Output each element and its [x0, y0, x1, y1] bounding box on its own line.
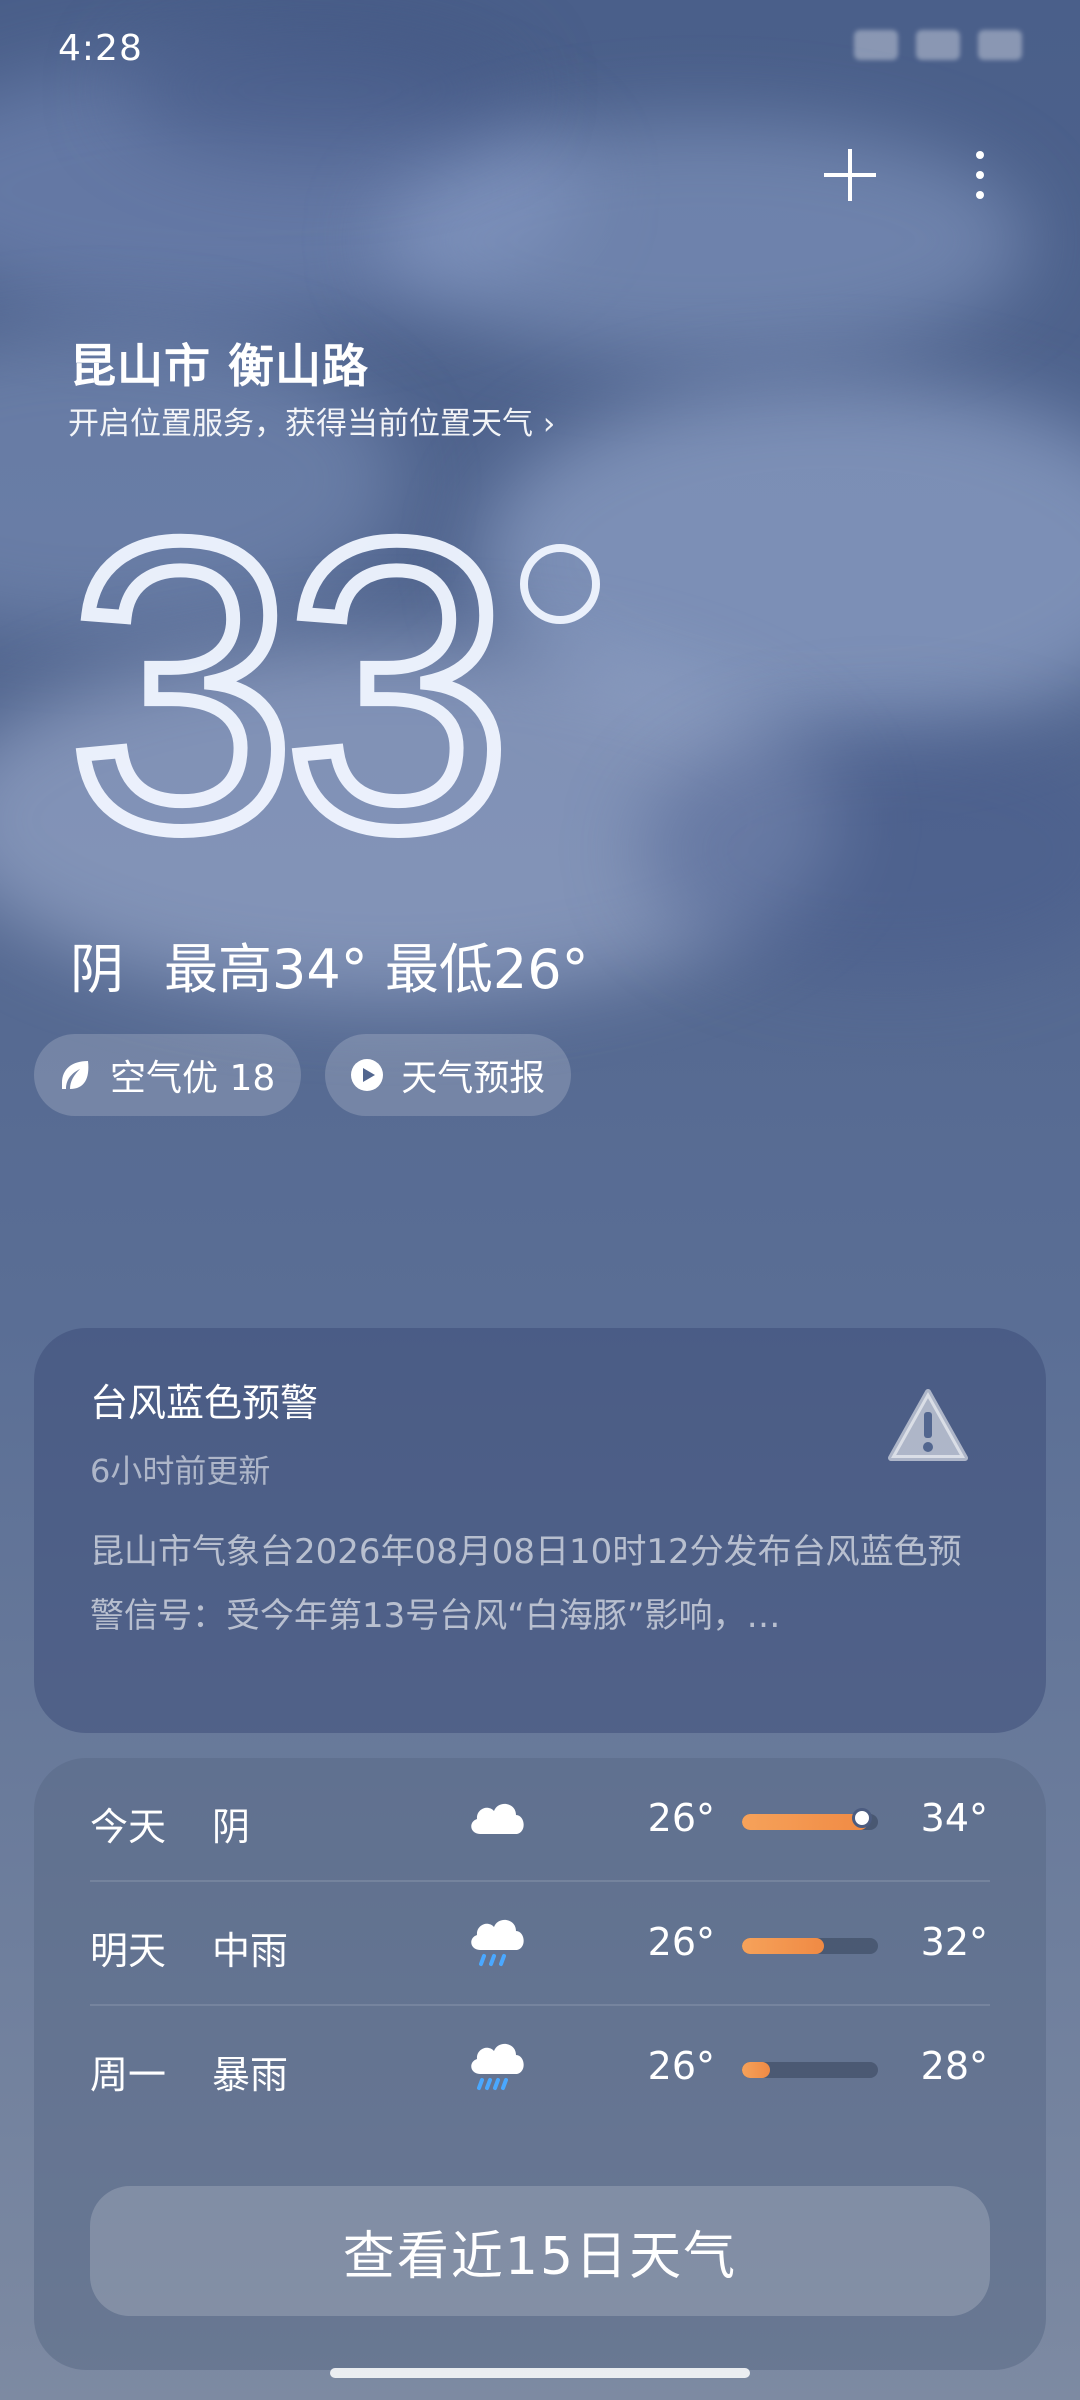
- signal-icon: [854, 30, 898, 60]
- current-temperature: 33: [61, 456, 601, 914]
- forecast-condition: 中雨: [212, 1929, 289, 1973]
- air-quality-chip[interactable]: 空气优 18: [34, 1034, 302, 1116]
- forecast-high: 32°: [920, 1920, 988, 1964]
- rain-icon: [462, 2030, 532, 2100]
- forecast-low: 26°: [647, 1796, 715, 1840]
- leaf-icon: [56, 1055, 96, 1095]
- forecast-low: 26°: [647, 1920, 715, 1964]
- forecast-condition: 阴: [212, 1805, 251, 1849]
- forecast-day: 周一: [90, 2053, 167, 2097]
- info-chips: 空气优 18 天气预报: [34, 1034, 572, 1116]
- temperature-range-bar: [742, 1938, 878, 1954]
- add-city-button[interactable]: [810, 135, 890, 215]
- forecast-high: 28°: [920, 2044, 988, 2088]
- status-icons: [722, 30, 1022, 70]
- forecast-day: 今天: [90, 1805, 167, 1849]
- alert-title: 台风蓝色预警: [90, 1381, 319, 1425]
- alert-body: 昆山市气象台2026年08月08日10时12分发布台风蓝色预警信号：受今年第13…: [90, 1532, 962, 1636]
- current-temperature-dot: [852, 1808, 872, 1828]
- status-bar: 4:28: [0, 0, 1080, 100]
- degree-icon: [520, 544, 601, 624]
- more-options-button[interactable]: [940, 135, 1020, 215]
- status-time: 4:28: [58, 28, 143, 69]
- high-low-temperature: 最高34° 最低26°: [164, 938, 589, 1001]
- forecast-high: 34°: [920, 1796, 988, 1840]
- air-quality-label: 空气优 18: [110, 1058, 276, 1099]
- warning-icon: [888, 1388, 968, 1462]
- play-icon: [347, 1055, 387, 1095]
- forecast-row[interactable]: 周一 暴雨 26° 28°: [90, 2006, 990, 2130]
- more-vertical-icon: [976, 151, 984, 199]
- cloud-icon: [462, 1782, 532, 1852]
- location-title[interactable]: 昆山市 衡山路: [70, 330, 369, 396]
- forecast-day: 明天: [90, 1929, 167, 1973]
- forecast-low: 26°: [647, 2044, 715, 2088]
- rain-icon: [462, 1906, 532, 1976]
- forecast-row[interactable]: 今天 阴 26° 34°: [90, 1758, 990, 1882]
- temperature-value: 33: [61, 456, 519, 914]
- weather-forecast-chip[interactable]: 天气预报: [325, 1034, 572, 1116]
- temperature-range-bar: [742, 2062, 878, 2078]
- weather-forecast-label: 天气预报: [401, 1058, 546, 1099]
- location-service-hint[interactable]: 开启位置服务，获得当前位置天气 ›: [68, 398, 555, 443]
- forecast-row[interactable]: 明天 中雨 26° 32°: [90, 1882, 990, 2006]
- forecast-card: 今天 阴 26° 34° 明天 中雨 26° 32° 周一 暴雨 26° 28°…: [34, 1758, 1046, 2370]
- current-condition-line: 阴 最高34° 最低26°: [70, 925, 589, 1004]
- alert-updated-time: 6小时前更新: [90, 1452, 271, 1490]
- battery-icon: [978, 30, 1022, 60]
- plus-icon: [824, 149, 876, 201]
- current-condition: 阴: [70, 938, 124, 1001]
- home-indicator[interactable]: [330, 2368, 750, 2378]
- typhoon-alert-card[interactable]: 台风蓝色预警 6小时前更新 昆山市气象台2026年08月08日10时12分发布台…: [34, 1328, 1046, 1733]
- forecast-condition: 暴雨: [212, 2053, 289, 2097]
- view-15-day-forecast-button[interactable]: 查看近15日天气: [90, 2186, 990, 2316]
- wifi-icon: [916, 30, 960, 60]
